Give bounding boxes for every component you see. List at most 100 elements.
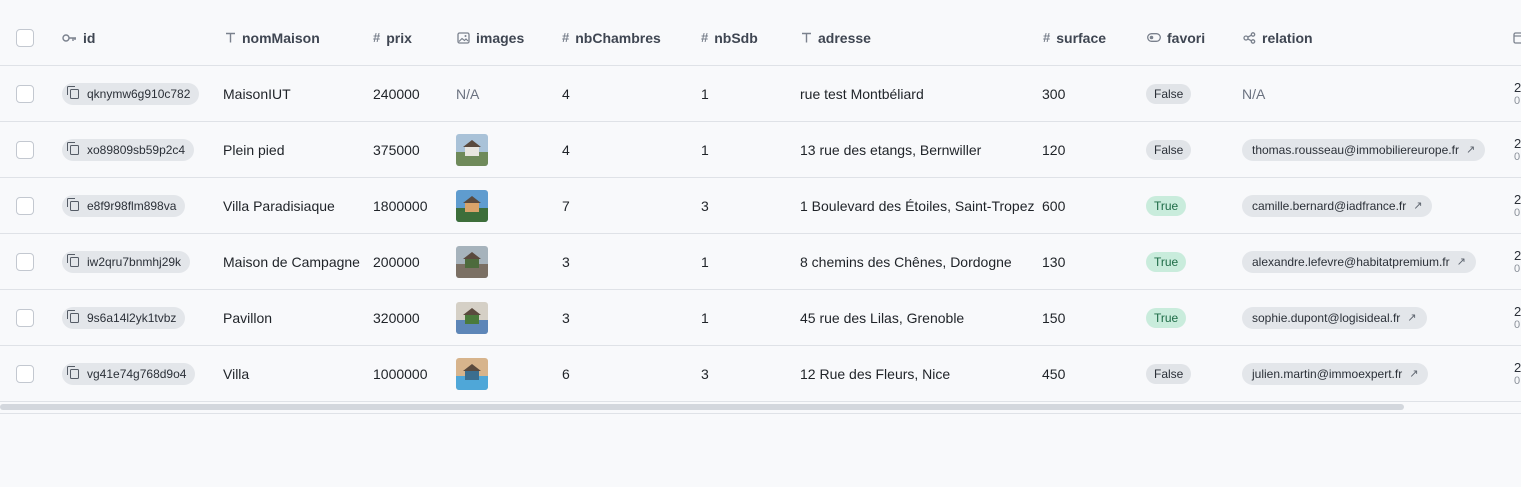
column-header-favori[interactable]: favori xyxy=(1147,10,1205,65)
table-row[interactable]: e8f9r98flm898va Villa Paradisiaque 18000… xyxy=(0,178,1521,234)
prix-cell: 1800000 xyxy=(373,197,428,214)
record-id-chip[interactable]: 9s6a14l2yk1tvbz xyxy=(62,306,186,329)
column-header-surface[interactable]: # surface xyxy=(1043,10,1106,65)
overflow-subvalue: 0 xyxy=(1514,262,1521,275)
hash-icon: # xyxy=(373,30,381,45)
record-id-chip[interactable]: qknymw6g910c782 xyxy=(62,82,200,105)
column-header-images[interactable]: images xyxy=(457,10,524,65)
nbsdb-cell: 3 xyxy=(701,365,709,382)
nbsdb-cell: 3 xyxy=(701,197,709,214)
relation-email: julien.martin@immoexpert.fr xyxy=(1252,366,1403,381)
external-link-icon[interactable]: ↗ xyxy=(1413,199,1422,212)
hash-icon: # xyxy=(701,30,709,45)
column-header-label: surface xyxy=(1056,29,1107,46)
column-header-label: prix xyxy=(386,29,412,46)
nbsdb-cell: 1 xyxy=(701,309,709,326)
surface-cell: 130 xyxy=(1042,253,1066,270)
relation-cell: N/A xyxy=(1242,66,1265,121)
column-header-nbsdb[interactable]: # nbSdb xyxy=(701,10,758,65)
column-header-adresse[interactable]: adresse xyxy=(801,10,871,65)
select-all-checkbox[interactable] xyxy=(16,28,34,47)
relation-link[interactable]: julien.martin@immoexpert.fr ↗ xyxy=(1242,362,1429,385)
adresse-cell: 12 Rue des Fleurs, Nice xyxy=(800,365,951,382)
copy-icon[interactable] xyxy=(67,197,79,211)
nbsdb-cell: 1 xyxy=(701,141,709,158)
house-thumbnail[interactable] xyxy=(456,245,488,278)
external-link-icon[interactable]: ↗ xyxy=(1466,143,1475,156)
house-thumbnail[interactable] xyxy=(456,133,488,166)
favori-badge: False xyxy=(1146,363,1192,384)
column-header-relation[interactable]: relation xyxy=(1243,10,1313,65)
column-header-prix[interactable]: # prix xyxy=(373,10,412,65)
relation-email: camille.bernard@iadfrance.fr xyxy=(1252,198,1407,213)
table-row[interactable]: 9s6a14l2yk1tvbz Pavillon 320000 3 1 45 r… xyxy=(0,290,1521,346)
relation-cell: julien.martin@immoexpert.fr ↗ xyxy=(1242,346,1429,401)
hash-icon: # xyxy=(562,30,570,45)
adresse-cell: 13 rue des etangs, Bernwiller xyxy=(800,141,982,158)
row-checkbox[interactable] xyxy=(16,252,34,271)
row-checkbox[interactable] xyxy=(16,308,34,327)
table-row[interactable]: xo89809sb59p2c4 Plein pied 375000 4 1 13… xyxy=(0,122,1521,178)
copy-icon[interactable] xyxy=(67,253,79,267)
house-thumbnail[interactable] xyxy=(456,189,488,222)
overflow-value: 2 xyxy=(1514,247,1521,263)
record-id-chip[interactable]: e8f9r98flm898va xyxy=(62,194,186,217)
nbchambres-cell: 3 xyxy=(562,309,570,326)
relation-link[interactable]: camille.bernard@iadfrance.fr ↗ xyxy=(1242,194,1433,217)
table-row[interactable]: iw2qru7bnmhj29k Maison de Campagne 20000… xyxy=(0,234,1521,290)
record-id: vg41e74g768d9o4 xyxy=(87,366,187,381)
record-id: qknymw6g910c782 xyxy=(87,86,191,101)
copy-icon[interactable] xyxy=(67,85,79,99)
relation-email: sophie.dupont@logisideal.fr xyxy=(1252,310,1401,325)
relation-link[interactable]: sophie.dupont@logisideal.fr ↗ xyxy=(1242,306,1427,329)
prix-cell: 200000 xyxy=(373,253,420,270)
relation-link[interactable]: thomas.rousseau@immobiliereurope.fr ↗ xyxy=(1242,138,1486,161)
column-header-id[interactable]: id xyxy=(62,10,95,65)
record-id-chip[interactable]: iw2qru7bnmhj29k xyxy=(62,250,191,273)
column-header-label: nbChambres xyxy=(575,29,661,46)
copy-icon[interactable] xyxy=(67,141,79,155)
table-row[interactable]: vg41e74g768d9o4 Villa 1000000 6 3 12 Rue… xyxy=(0,346,1521,402)
external-link-icon[interactable]: ↗ xyxy=(1409,367,1418,380)
nbsdb-cell: 1 xyxy=(701,253,709,270)
overflow-subvalue: 0 xyxy=(1514,94,1521,107)
text-type-icon xyxy=(225,32,236,43)
relation-link[interactable]: alexandre.lefevre@habitatpremium.fr ↗ xyxy=(1242,250,1476,273)
favori-badge: False xyxy=(1146,139,1192,160)
toggle-icon xyxy=(1147,33,1161,42)
nommaison-cell: Villa xyxy=(223,365,250,382)
adresse-cell: 1 Boulevard des Étoiles, Saint-Tropez xyxy=(800,197,1035,214)
surface-cell: 300 xyxy=(1042,85,1066,102)
column-header-label: favori xyxy=(1167,29,1206,46)
column-header-nommaison[interactable]: nomMaison xyxy=(225,10,320,65)
prix-cell: 1000000 xyxy=(373,365,428,382)
column-header-label: adresse xyxy=(818,29,871,46)
select-all-cell[interactable] xyxy=(16,10,34,65)
prix-cell: 240000 xyxy=(373,85,420,102)
house-thumbnail[interactable] xyxy=(456,301,488,334)
column-header-label: images xyxy=(476,29,525,46)
nommaison-cell: Pavillon xyxy=(223,309,273,326)
house-thumbnail[interactable] xyxy=(456,357,488,390)
overflow-value: 2 xyxy=(1514,191,1521,207)
record-id-chip[interactable]: xo89809sb59p2c4 xyxy=(62,138,195,161)
overflow-cell: 2 0 xyxy=(1514,122,1521,177)
copy-icon[interactable] xyxy=(67,309,79,323)
external-link-icon[interactable]: ↗ xyxy=(1407,311,1416,324)
record-id-chip[interactable]: vg41e74g768d9o4 xyxy=(62,362,196,385)
favori-badge: True xyxy=(1146,307,1187,328)
row-checkbox[interactable] xyxy=(16,364,34,383)
row-checkbox[interactable] xyxy=(16,196,34,215)
images-cell xyxy=(456,346,488,401)
row-checkbox[interactable] xyxy=(16,84,34,103)
calendar-icon xyxy=(1513,10,1521,65)
external-link-icon[interactable]: ↗ xyxy=(1457,255,1466,268)
adresse-cell: 45 rue des Lilas, Grenoble xyxy=(800,309,965,326)
column-header-nbchambres[interactable]: # nbChambres xyxy=(562,10,661,65)
copy-icon[interactable] xyxy=(67,365,79,379)
horizontal-scrollbar[interactable] xyxy=(0,404,1404,410)
surface-cell: 600 xyxy=(1042,197,1066,214)
table-row[interactable]: qknymw6g910c782 MaisonIUT 240000 N/A 4 1… xyxy=(0,66,1521,122)
relation-cell: camille.bernard@iadfrance.fr ↗ xyxy=(1242,178,1433,233)
row-checkbox[interactable] xyxy=(16,140,34,159)
